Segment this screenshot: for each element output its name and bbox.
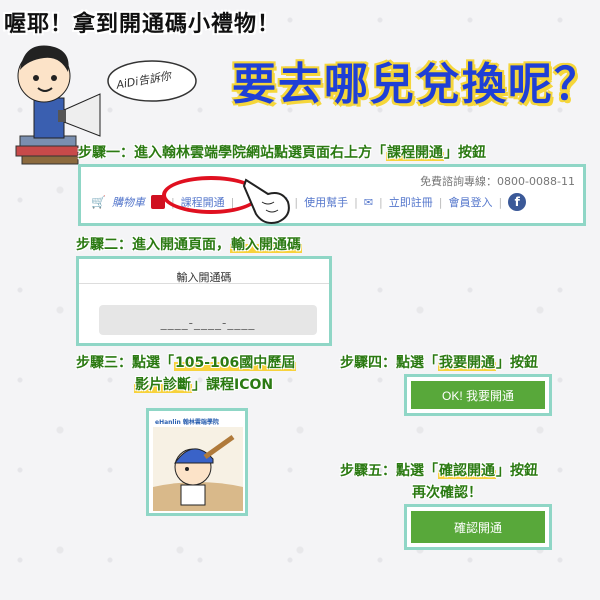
step3-label: 步驟三：點選「105-106國中歷屆	[76, 355, 297, 371]
course-icon[interactable]: eHanlin 翰林雲端學院	[146, 408, 248, 516]
step5-label: 步驟五：點選「確認開通」按鈕	[340, 463, 538, 479]
activation-form-screenshot: 輸入開通碼 ____-____-____	[76, 256, 332, 346]
confirm-button-panel: 確認開通	[404, 504, 552, 550]
confirm-button[interactable]: 確認開通	[411, 511, 545, 543]
site-header-screenshot: 免費諮詢專線：0800-0088-11 🛒 購物車 | 課程開通 | 試用 | …	[78, 164, 586, 226]
activation-code-input[interactable]: ____-____-____	[99, 305, 317, 335]
step3-label-line2: 影片診斷」課程ICON	[134, 377, 274, 393]
nav-cart[interactable]: 購物車	[112, 194, 145, 210]
site-nav: 🛒 購物車 | 課程開通 | 試用 | 使用幫手 | ✉ | 立即註冊 | 會員…	[91, 193, 527, 211]
step1-label: 步驟一：進入翰林雲端學院網站點選頁面右上方「課程開通」按鈕	[78, 145, 486, 161]
cart-icon[interactable]: 🛒	[91, 195, 106, 209]
hotline-text: 免費諮詢專線：0800-0088-11	[420, 175, 575, 188]
mail-icon[interactable]: ✉	[364, 196, 373, 209]
nav-help[interactable]: 使用幫手	[304, 194, 348, 210]
course-brand: eHanlin 翰林雲端學院	[155, 419, 219, 426]
facebook-icon[interactable]: f	[508, 193, 527, 211]
activate-button-panel: OK! 我要開通	[404, 374, 552, 416]
headline-question: 要去哪兒兌換呢？	[232, 59, 600, 110]
nav-register[interactable]: 立即註冊	[389, 194, 433, 210]
pointing-hand-icon	[242, 178, 290, 224]
step4-label: 步驟四：點選「我要開通」按鈕	[340, 355, 538, 371]
step5-label-line2: 再次確認！	[412, 485, 482, 501]
activate-button[interactable]: OK! 我要開通	[411, 381, 545, 409]
step2-label: 步驟二：進入開通頁面，輸入開通碼	[76, 237, 302, 253]
baseball-player-illustration	[153, 427, 243, 511]
page-title: 喔耶！拿到開通碼小禮物！	[4, 12, 281, 37]
nav-login[interactable]: 會員登入	[448, 194, 492, 210]
